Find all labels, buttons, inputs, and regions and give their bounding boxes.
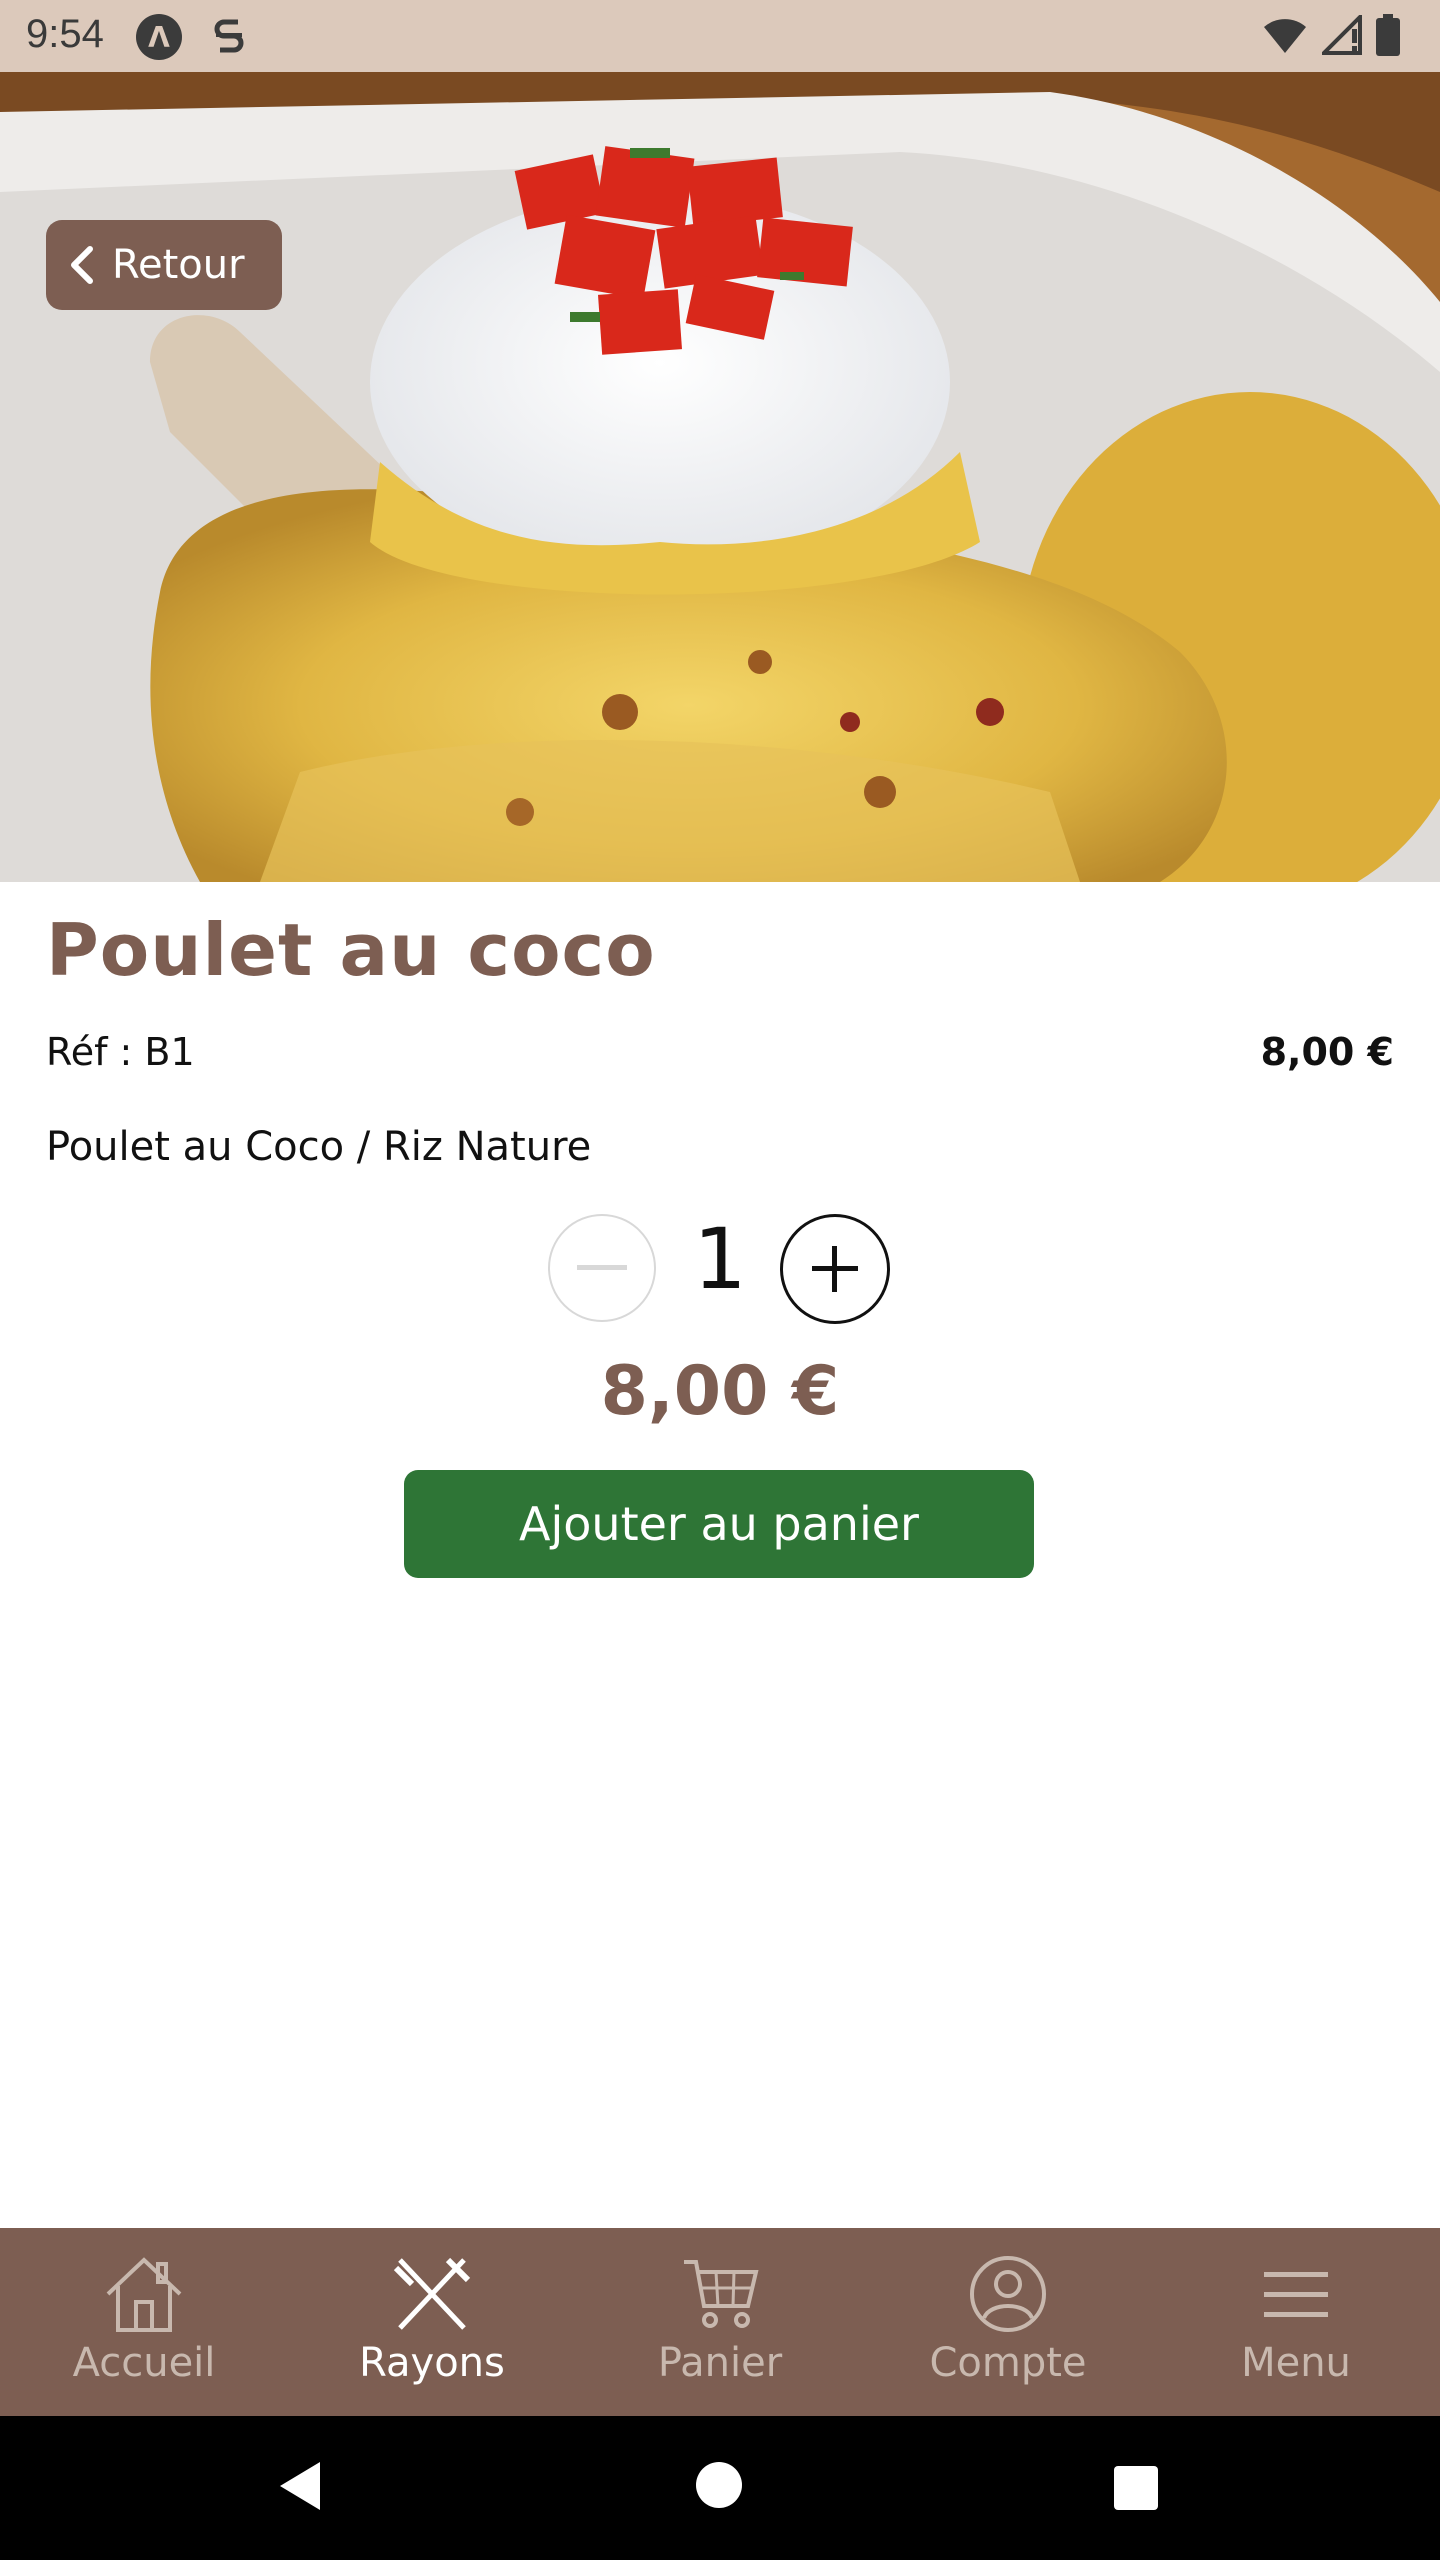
- utensils-icon: [393, 2257, 471, 2330]
- system-home-icon[interactable]: [696, 2462, 742, 2508]
- chevron-left-icon: [71, 246, 93, 284]
- user-icon: [970, 2256, 1046, 2332]
- system-nav-bar: [0, 2416, 1440, 2560]
- hamburger-icon: [1264, 2272, 1328, 2317]
- system-recents-icon[interactable]: [1114, 2466, 1158, 2510]
- quantity-increase-button[interactable]: [780, 1214, 890, 1324]
- status-time: 9:54: [26, 12, 104, 56]
- nav-item-panier[interactable]: Panier: [576, 2228, 864, 2416]
- nav-item-compte[interactable]: Compte: [864, 2228, 1152, 2416]
- nav-label: Compte: [929, 2340, 1087, 2386]
- product-description: Poulet au Coco / Riz Nature: [46, 1124, 592, 1170]
- product-image: Retour: [0, 72, 1440, 882]
- battery-icon: [1376, 14, 1400, 56]
- app-a-icon: Λ: [136, 14, 182, 60]
- signal-icon: [1322, 15, 1362, 55]
- nav-label: Menu: [1241, 2340, 1351, 2386]
- food-photo: [0, 72, 1440, 882]
- system-back-icon[interactable]: [276, 2460, 322, 2512]
- add-to-cart-button[interactable]: Ajouter au panier: [404, 1470, 1034, 1578]
- minus-icon: [577, 1265, 627, 1270]
- total-price: 8,00 €: [600, 1352, 840, 1431]
- back-label: Retour: [112, 242, 245, 288]
- product-price: 8,00 €: [1260, 1030, 1394, 1074]
- nav-item-menu[interactable]: Menu: [1152, 2228, 1440, 2416]
- nav-label: Accueil: [72, 2340, 216, 2386]
- app-s-icon: [214, 19, 244, 53]
- nav-label: Panier: [657, 2340, 783, 2386]
- nav-item-accueil[interactable]: Accueil: [0, 2228, 288, 2416]
- plus-icon: [812, 1246, 858, 1292]
- wifi-icon: [1264, 19, 1306, 53]
- product-title: Poulet au coco: [46, 908, 656, 992]
- bottom-nav: Accueil Rayons Panier Compte Menu: [0, 2228, 1440, 2416]
- quantity-decrease-button[interactable]: [548, 1214, 656, 1322]
- cart-icon: [684, 2260, 759, 2328]
- quantity-value: 1: [693, 1210, 747, 1308]
- nav-item-rayons[interactable]: Rayons: [288, 2228, 576, 2416]
- add-to-cart-label: Ajouter au panier: [519, 1497, 919, 1551]
- nav-label: Rayons: [359, 2340, 505, 2386]
- home-icon: [106, 2257, 182, 2332]
- product-ref: Réf : B1: [46, 1030, 195, 1074]
- status-bar: 9:54 Λ: [0, 0, 1440, 72]
- back-button[interactable]: Retour: [46, 220, 282, 310]
